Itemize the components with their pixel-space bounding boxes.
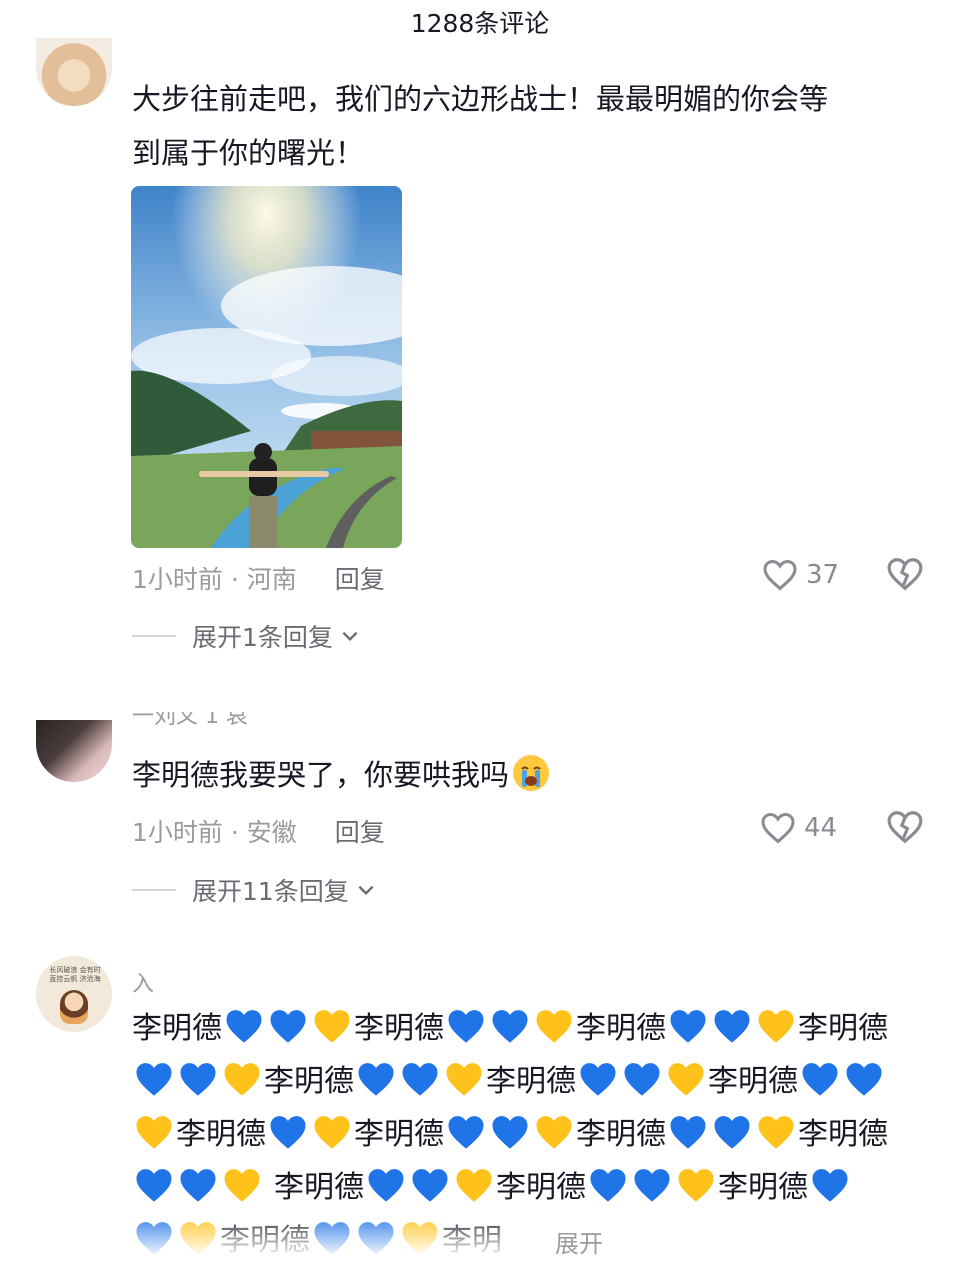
blue-heart-emoji-icon	[634, 1169, 670, 1202]
blue-heart-emoji-icon	[270, 1010, 306, 1043]
comment-text-line: 李明德 李明德 李明德	[132, 1161, 932, 1214]
yellow-heart-emoji-icon	[678, 1169, 714, 1202]
comment-word: 李明德	[264, 1064, 354, 1099]
comment-text-line: 李明德 李明德 李明德 李明德	[132, 1002, 932, 1055]
expand-replies-button[interactable]: 展开11条回复	[132, 872, 377, 908]
comment-time-location: 1小时前 · 河南	[132, 565, 297, 594]
divider	[132, 889, 176, 891]
username[interactable]: 一刘义 1 哀	[132, 712, 248, 726]
like-count: 37	[806, 560, 840, 590]
avatar-caption: 长风破浪 会有时 直挂云帆 济沧海	[49, 966, 101, 983]
yellow-heart-emoji-icon	[758, 1010, 794, 1043]
broken-heart-icon	[887, 558, 923, 591]
blue-heart-emoji-icon	[670, 1116, 706, 1149]
blue-heart-emoji-icon	[714, 1010, 750, 1043]
comment-text-line: 李明德 李明德 李明德 李明德	[132, 1108, 932, 1161]
blue-heart-emoji-icon	[670, 1010, 706, 1043]
divider	[132, 635, 176, 637]
like-count: 44	[804, 813, 838, 843]
username[interactable]: 入	[132, 966, 154, 998]
avatar[interactable]	[36, 38, 112, 106]
reply-button[interactable]: 回复	[335, 813, 385, 849]
blue-heart-emoji-icon	[448, 1116, 484, 1149]
comment-text: 李明德我要哭了，你要哄我吗	[132, 748, 553, 802]
chevron-down-icon	[342, 631, 358, 642]
comment-word: 李明德	[708, 1064, 798, 1099]
blue-heart-emoji-icon	[180, 1063, 216, 1096]
yellow-heart-emoji-icon	[314, 1010, 350, 1043]
comment-image[interactable]	[131, 186, 402, 548]
blue-heart-emoji-icon	[492, 1116, 528, 1149]
avatar[interactable]: 长风破浪 会有时 直挂云帆 济沧海	[36, 956, 112, 1032]
like-button[interactable]: 37	[762, 558, 839, 592]
crying-face-emoji-icon	[513, 755, 550, 791]
chevron-down-icon	[358, 885, 374, 896]
dislike-button[interactable]	[886, 556, 924, 596]
blue-heart-emoji-icon	[624, 1063, 660, 1096]
comment-time-location: 1小时前 · 安徽	[132, 818, 297, 847]
comment-text-line: 李明德 李明德 李明德	[132, 1055, 932, 1108]
blue-heart-emoji-icon	[226, 1010, 262, 1043]
comment-word: 李明德	[486, 1064, 576, 1099]
expand-replies-label: 展开11条回复	[192, 877, 349, 906]
comment-word: 李明德	[576, 1117, 666, 1152]
avatar[interactable]	[36, 720, 112, 782]
yellow-heart-emoji-icon	[224, 1169, 260, 1202]
blue-heart-emoji-icon	[412, 1169, 448, 1202]
yellow-heart-emoji-icon	[446, 1063, 482, 1096]
blue-heart-emoji-icon	[714, 1116, 750, 1149]
blue-heart-emoji-icon	[492, 1010, 528, 1043]
comment-word: 李明德	[132, 1011, 222, 1046]
blue-heart-emoji-icon	[448, 1010, 484, 1043]
blue-heart-emoji-icon	[402, 1063, 438, 1096]
comment-word: 李明德	[354, 1011, 444, 1046]
comment-word: 李明德	[798, 1011, 888, 1046]
blue-heart-emoji-icon	[580, 1063, 616, 1096]
comment-word: 李明德	[798, 1117, 888, 1152]
comment-word: 李明德	[496, 1170, 586, 1205]
comment-meta: 1小时前 · 安徽 回复	[132, 813, 385, 849]
blue-heart-emoji-icon	[180, 1169, 216, 1202]
blue-heart-emoji-icon	[590, 1169, 626, 1202]
yellow-heart-emoji-icon	[536, 1010, 572, 1043]
blue-heart-emoji-icon	[136, 1169, 172, 1202]
yellow-heart-emoji-icon	[456, 1169, 492, 1202]
blue-heart-emoji-icon	[136, 1063, 172, 1096]
broken-heart-icon	[887, 811, 923, 844]
expand-replies-button[interactable]: 展开1条回复	[132, 618, 361, 654]
blue-heart-emoji-icon	[358, 1063, 394, 1096]
comment-word: 李明德	[576, 1011, 666, 1046]
blue-heart-emoji-icon	[802, 1063, 838, 1096]
avatar-illustration	[60, 990, 88, 1024]
yellow-heart-emoji-icon	[758, 1116, 794, 1149]
yellow-heart-emoji-icon	[314, 1116, 350, 1149]
expand-replies-label: 展开1条回复	[192, 623, 333, 652]
blue-heart-emoji-icon	[368, 1169, 404, 1202]
like-button[interactable]: 44	[760, 811, 837, 845]
dislike-button[interactable]	[886, 809, 924, 849]
blue-heart-emoji-icon	[812, 1169, 848, 1202]
reply-button[interactable]: 回复	[335, 560, 385, 596]
yellow-heart-emoji-icon	[224, 1063, 260, 1096]
yellow-heart-emoji-icon	[668, 1063, 704, 1096]
blue-heart-emoji-icon	[270, 1116, 306, 1149]
comment-word: 李明德	[176, 1117, 266, 1152]
comment-word: 李明德	[354, 1117, 444, 1152]
comments-count-title: 1288条评论	[410, 9, 550, 38]
expand-text-button[interactable]: 展开	[555, 1224, 603, 1259]
yellow-heart-emoji-icon	[136, 1116, 172, 1149]
blue-heart-emoji-icon	[846, 1063, 882, 1096]
fade-overlay	[0, 1210, 960, 1256]
heart-icon	[763, 559, 797, 591]
comment-text: 大步往前走吧，我们的六边形战士！最最明媚的你会等 到属于你的曙光！	[132, 82, 829, 170]
comment-meta: 1小时前 · 河南 回复	[132, 560, 385, 596]
comment-word: 李明德	[274, 1170, 364, 1205]
yellow-heart-emoji-icon	[536, 1116, 572, 1149]
comment-word: 李明德	[718, 1170, 808, 1205]
heart-icon	[761, 812, 795, 844]
